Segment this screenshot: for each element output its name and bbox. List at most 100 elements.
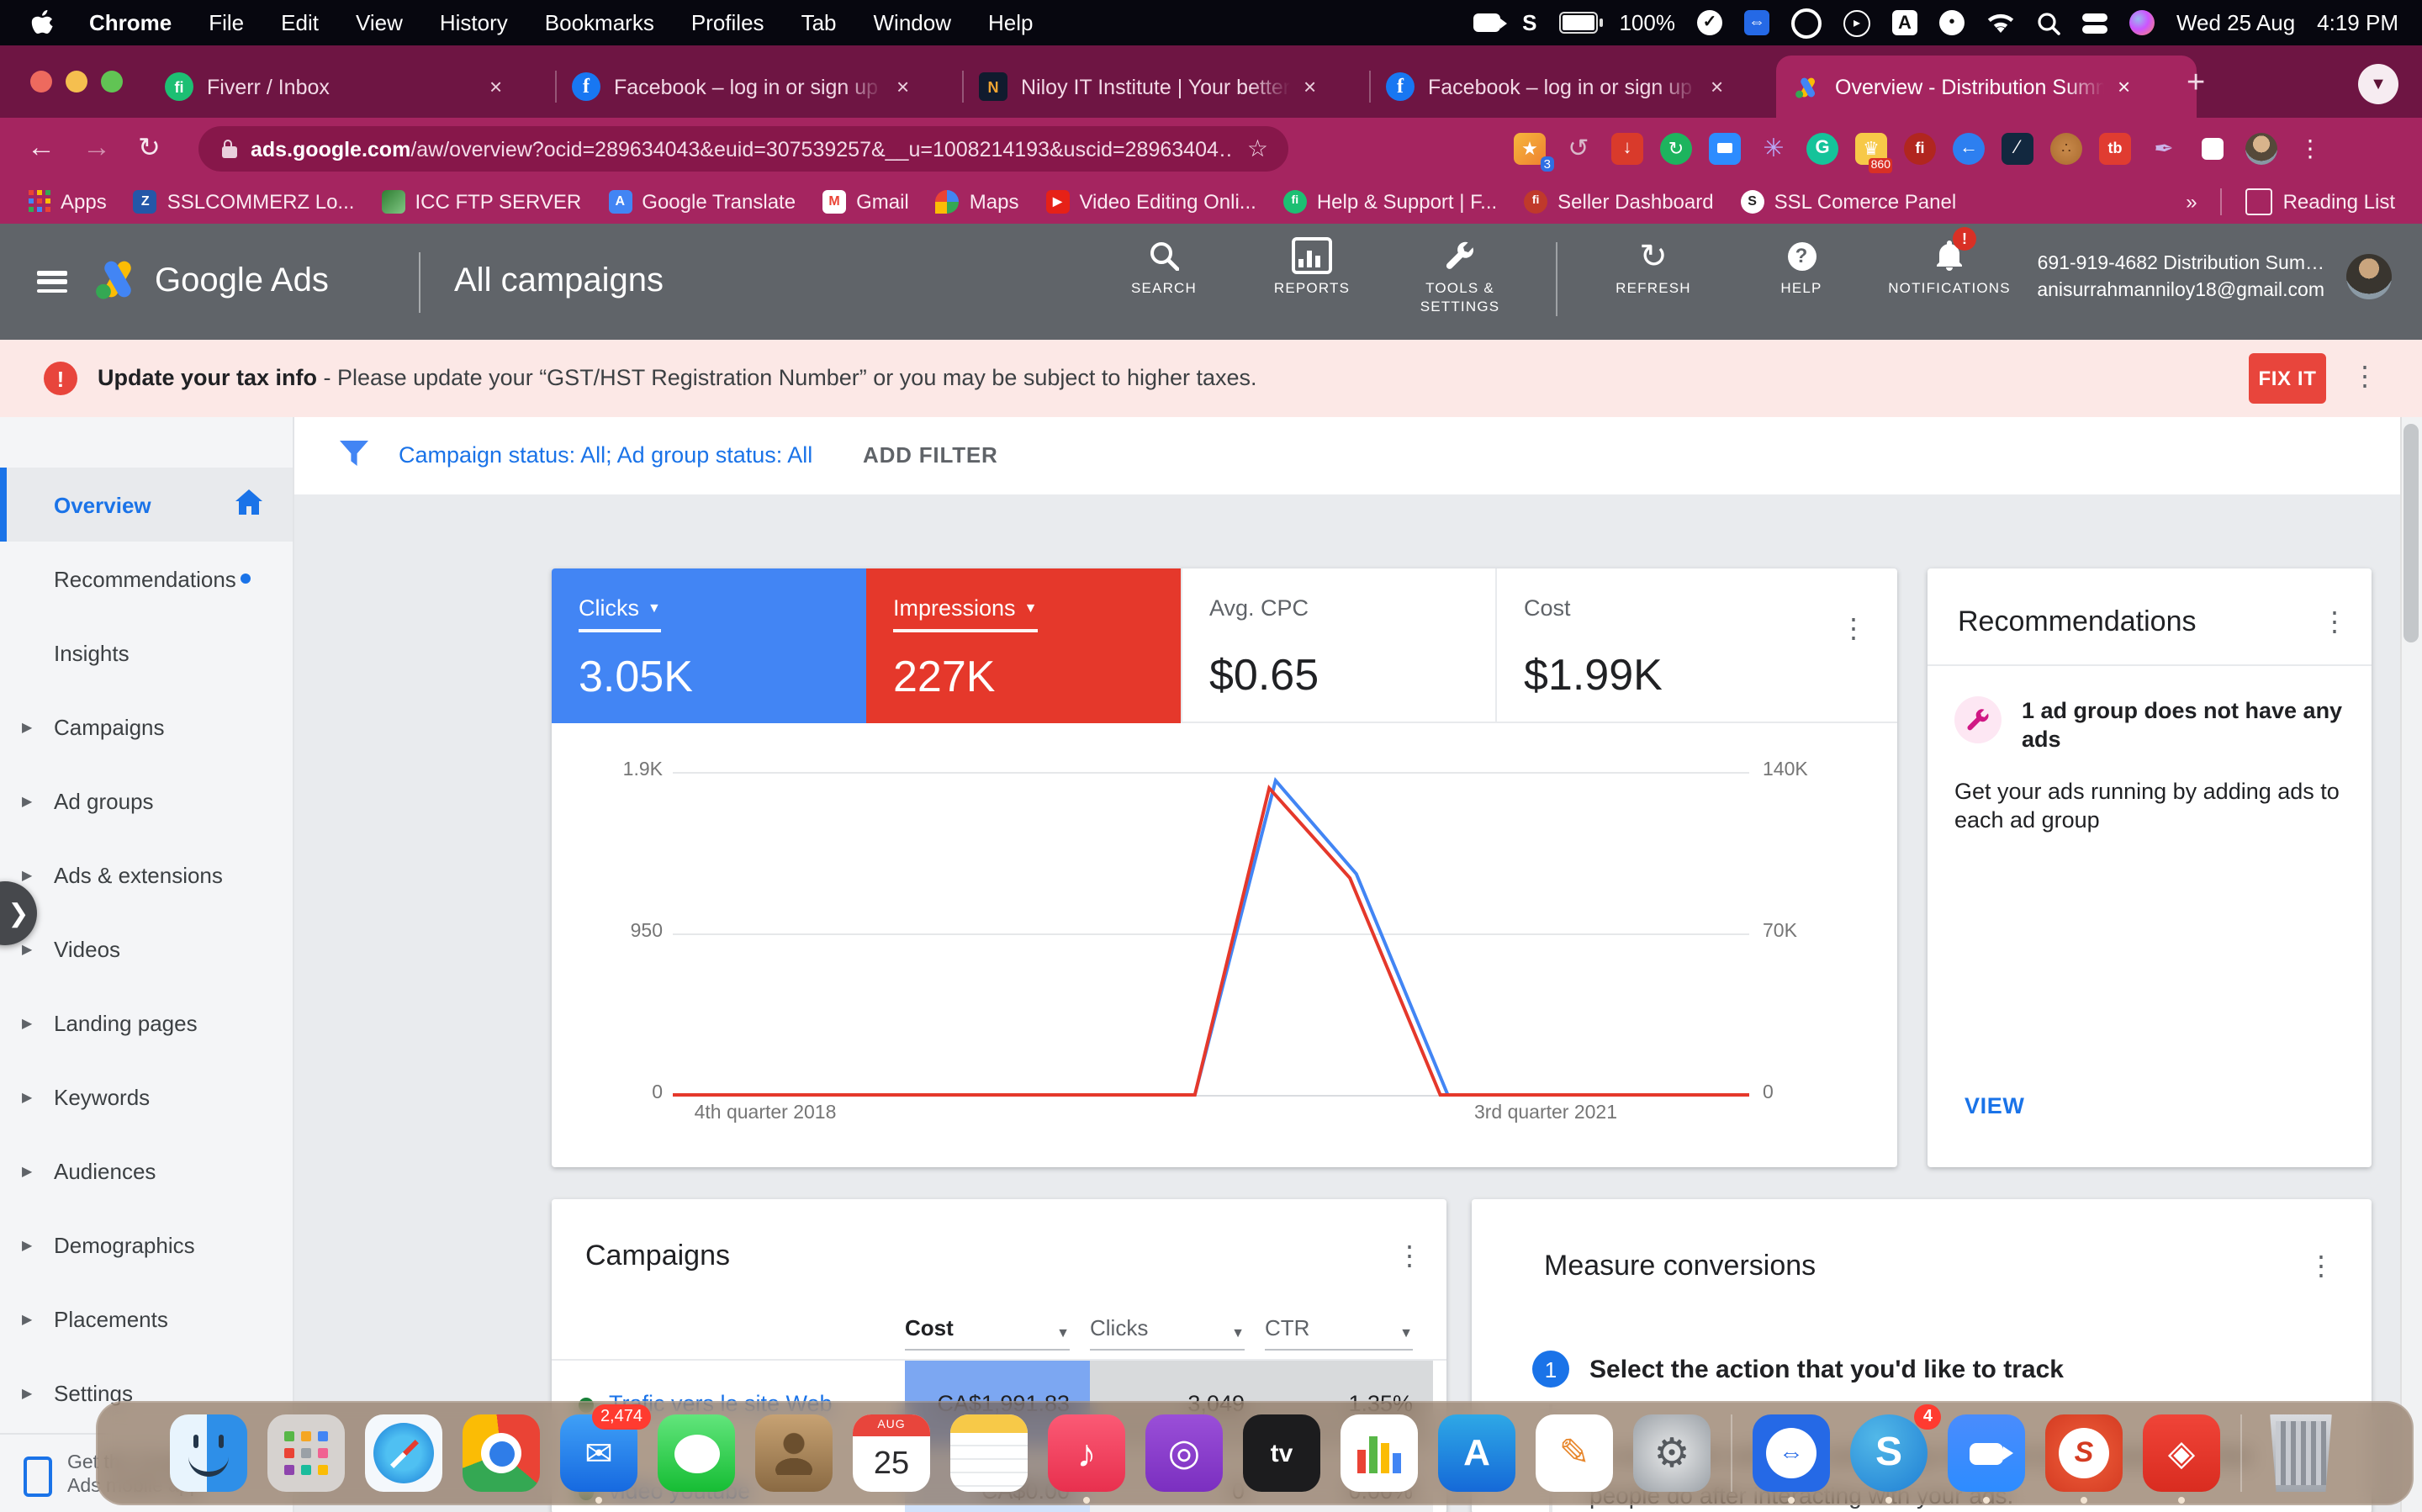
bookmark-translate[interactable]: AGoogle Translate (608, 189, 796, 213)
downloader-extension-icon[interactable]: ↓ (1611, 132, 1643, 164)
menu-chrome[interactable]: Chrome (89, 10, 172, 35)
page-scrollbar[interactable] (2400, 417, 2422, 1512)
tab-search-caret-button[interactable]: ▼ (2358, 64, 2398, 104)
battery-icon[interactable] (1558, 12, 1597, 34)
history-extension-icon[interactable]: ↺ (1563, 132, 1594, 164)
url-text[interactable]: ads.google.com/aw/overview?ocid=28963404… (251, 137, 1234, 161)
dock-teamviewer-icon[interactable]: ⇔ (1753, 1414, 1830, 1492)
input-source-icon[interactable]: A (1892, 10, 1917, 35)
menubar-date[interactable]: Wed 25 Aug (2176, 10, 2295, 35)
dock-appletv-icon[interactable]: tv (1243, 1414, 1320, 1492)
wifi-icon[interactable] (1986, 13, 2015, 33)
account-avatar[interactable] (2346, 254, 2392, 299)
forward-icon[interactable]: → (82, 131, 111, 165)
dock-messages-icon[interactable] (658, 1414, 735, 1492)
dock-trash-icon[interactable] (2262, 1414, 2340, 1492)
bookmark-gmail[interactable]: MGmail (822, 189, 909, 213)
ssl-lock-icon[interactable] (222, 145, 237, 157)
metric-tile-avg-cpc[interactable]: Avg. CPC $0.65 (1181, 568, 1495, 723)
apple-menu-icon[interactable] (30, 9, 54, 36)
column-header-ctr[interactable]: CTR▼ (1265, 1303, 1413, 1351)
menubar-time[interactable]: 4:19 PM (2317, 10, 2398, 35)
tb-extension-icon[interactable]: tb (2099, 132, 2131, 164)
dock-appstore-icon[interactable]: A (1438, 1414, 1515, 1492)
bookmark-sslcommerz[interactable]: ZSSLCOMMERZ Lo... (134, 189, 355, 213)
sidebar-item-videos[interactable]: ▶Videos (0, 912, 293, 986)
tab-close-icon[interactable]: × (1304, 74, 1316, 99)
bookmarks-overflow-chevron[interactable]: » (2186, 189, 2197, 213)
view-button[interactable]: VIEW (1965, 1093, 2024, 1118)
chart-card-menu-icon[interactable]: ⋮ (1840, 612, 1867, 646)
dock-red-diamond-app-icon[interactable]: ◈ (2143, 1414, 2220, 1492)
refresh-nav-button[interactable]: ↻ REFRESH (1601, 237, 1705, 298)
column-header-clicks[interactable]: Clicks▼ (1090, 1303, 1245, 1351)
banner-menu-icon[interactable]: ⋮ (2351, 360, 2378, 394)
add-filter-button[interactable]: ADD FILTER (863, 442, 998, 468)
puzzle-extensions-icon[interactable] (2197, 132, 2229, 164)
feather-extension-icon[interactable]: ✒ (2148, 132, 2180, 164)
menu-window[interactable]: Window (874, 10, 952, 35)
bookmark-help-support[interactable]: fiHelp & Support | F... (1283, 189, 1497, 213)
accessibility-icon[interactable]: • (1939, 10, 1965, 35)
siri-icon[interactable] (2129, 10, 2155, 35)
metric-tile-cost[interactable]: Cost $1.99K (1495, 568, 1810, 723)
menu-view[interactable]: View (356, 10, 403, 35)
bookmark-maps[interactable]: Maps (936, 189, 1019, 213)
screen-record-icon[interactable] (1473, 13, 1500, 32)
tab-close-icon[interactable]: × (896, 74, 909, 99)
dock-numbers-icon[interactable] (1341, 1414, 1418, 1492)
crown-extension-icon[interactable]: ♛860 (1855, 132, 1887, 164)
reports-nav-button[interactable]: REPORTS (1260, 237, 1364, 298)
notifications-nav-button[interactable]: ! NOTIFICATIONS (1897, 237, 2002, 298)
campaigns-menu-icon[interactable]: ⋮ (1396, 1240, 1423, 1273)
dock-chrome-icon[interactable] (463, 1414, 540, 1492)
reading-list-button[interactable]: Reading List (2246, 188, 2395, 214)
dock-notes-icon[interactable] (950, 1414, 1028, 1492)
metric-tile-clicks[interactable]: Clicks▼ 3.05K (552, 568, 866, 723)
dock-podcasts-icon[interactable]: ◎ (1145, 1414, 1223, 1492)
tab-facebook-2[interactable]: f Facebook – log in or sign up × (1369, 56, 1776, 118)
window-minimize-button[interactable] (66, 71, 87, 93)
fix-it-button[interactable]: FIX IT (2249, 353, 2326, 404)
fiverr-extension-icon[interactable]: fi (1904, 132, 1936, 164)
photos-extension-icon[interactable]: ★3 (1514, 132, 1546, 164)
shortcuts-icon[interactable]: S (1522, 10, 1536, 35)
reload-icon[interactable]: ↻ (138, 131, 161, 165)
bookmark-seller-dashboard[interactable]: fiSeller Dashboard (1524, 189, 1713, 213)
conversions-menu-icon[interactable]: ⋮ (2308, 1250, 2335, 1283)
window-zoom-button[interactable] (101, 71, 123, 93)
back-icon[interactable]: ← (27, 131, 56, 165)
tab-facebook-1[interactable]: f Facebook – log in or sign up × (555, 56, 962, 118)
dock-skype-icon[interactable]: S4 (1850, 1414, 1928, 1492)
menu-bookmarks[interactable]: Bookmarks (545, 10, 654, 35)
dock-smanager-icon[interactable]: S (2045, 1414, 2123, 1492)
dock-music-icon[interactable]: ♪ (1048, 1414, 1125, 1492)
sidebar-item-audiences[interactable]: ▶Audiences (0, 1134, 293, 1208)
sidebar-item-landing-pages[interactable]: ▶Landing pages (0, 986, 293, 1060)
dock-system-preferences-icon[interactable]: ⚙ (1633, 1414, 1711, 1492)
teamviewer-menubar-icon[interactable]: ⇔ (1744, 10, 1769, 35)
recommendations-menu-icon[interactable]: ⋮ (2321, 605, 2348, 639)
tab-google-ads-active[interactable]: Overview - Distribution Summi × (1776, 56, 2197, 118)
dock-finder-icon[interactable] (170, 1414, 247, 1492)
snowflake-extension-icon[interactable]: ✳ (1758, 132, 1790, 164)
chrome-menu-icon[interactable]: ⋮ (2294, 132, 2326, 164)
dock-launchpad-icon[interactable] (267, 1414, 345, 1492)
new-tab-button[interactable]: + (2187, 67, 2205, 99)
bookmark-icc-ftp[interactable]: ICC FTP SERVER (381, 189, 581, 213)
grammarly-extension-icon[interactable]: G (1806, 132, 1838, 164)
address-bar[interactable]: ads.google.com/aw/overview?ocid=28963404… (198, 126, 1288, 172)
sidebar-item-demographics[interactable]: ▶Demographics (0, 1208, 293, 1282)
bookmark-apps[interactable]: Apps (27, 189, 107, 213)
campaign-status-filter[interactable]: Campaign status: All; Ad group status: A… (399, 442, 812, 468)
tab-close-icon[interactable]: × (1711, 74, 1723, 99)
search-nav-button[interactable]: SEARCH (1112, 237, 1216, 298)
zoom-extension-icon[interactable] (1709, 132, 1741, 164)
tab-close-icon[interactable]: × (489, 74, 502, 99)
creative-cloud-icon[interactable] (1791, 8, 1822, 38)
bookmark-video-editing[interactable]: ▶Video Editing Onli... (1045, 189, 1256, 213)
tab-niloy-it[interactable]: N Niloy IT Institute | Your better f × (962, 56, 1369, 118)
metric-tile-impressions[interactable]: Impressions▼ 227K (866, 568, 1181, 723)
sidebar-item-ads-extensions[interactable]: ▶Ads & extensions (0, 838, 293, 912)
menu-file[interactable]: File (209, 10, 244, 35)
